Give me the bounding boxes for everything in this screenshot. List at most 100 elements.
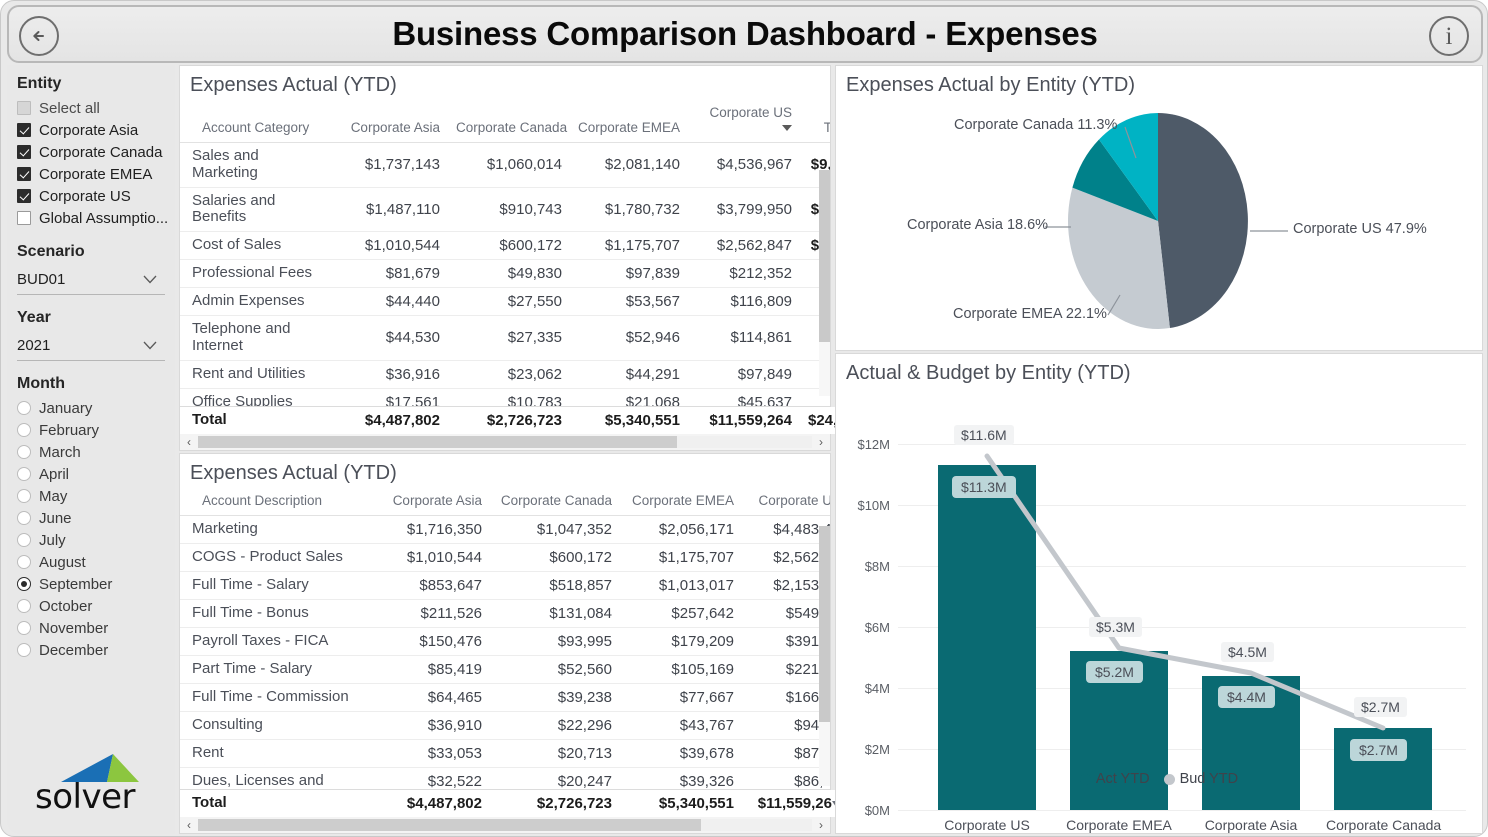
table-row[interactable]: Cost of Sales $1,010,544 $600,172 $1,175…: [180, 232, 830, 260]
col-corporate-emea[interactable]: Corporate EMEA: [570, 103, 688, 143]
table-row[interactable]: Full Time - Bonus $211,526 $131,084 $257…: [180, 600, 830, 628]
table-row[interactable]: Rent and Utilities $36,916 $23,062 $44,2…: [180, 360, 830, 388]
entity-item-select-all[interactable]: Select all: [17, 97, 175, 119]
pie-chart: Corporate US 47.9% Corporate EMEA 22.1% …: [836, 103, 1482, 333]
horizontal-scrollbar-track[interactable]: [198, 819, 812, 831]
legend-item-act-ytd[interactable]: Act YTD: [1080, 771, 1150, 787]
col-corporate-canada[interactable]: Corporate Canada: [490, 491, 620, 516]
col-corporate-canada[interactable]: Corporate Canada: [448, 103, 570, 143]
cell-canada: $27,335: [448, 316, 570, 361]
month-item-january[interactable]: January: [17, 397, 175, 419]
cell-asia: $44,530: [330, 316, 448, 361]
col-corporate-us[interactable]: Corporate U: [742, 491, 830, 516]
entity-item-corporate-emea[interactable]: Corporate EMEA: [17, 163, 175, 185]
table-row[interactable]: COGS - Product Sales $1,010,544 $600,172…: [180, 544, 830, 572]
table-header-row: Account Description Corporate Asia Corpo…: [180, 491, 830, 516]
radio-icon[interactable]: [17, 467, 31, 481]
month-item-february[interactable]: February: [17, 419, 175, 441]
scenario-dropdown[interactable]: BUD01: [17, 265, 165, 295]
radio-icon[interactable]: [17, 533, 31, 547]
radio-icon[interactable]: [17, 511, 31, 525]
col-total[interactable]: T: [800, 103, 830, 143]
year-dropdown[interactable]: 2021: [17, 331, 165, 361]
table-row[interactable]: Full Time - Commission $64,465 $39,238 $…: [180, 684, 830, 712]
table-row[interactable]: Professional Fees $81,679 $49,830 $97,83…: [180, 260, 830, 288]
checkbox-icon[interactable]: [17, 167, 31, 181]
vertical-scrollbar[interactable]: [819, 526, 830, 786]
entity-label: Corporate Canada: [39, 144, 162, 161]
table-row[interactable]: Part Time - Salary $85,419 $52,560 $105,…: [180, 656, 830, 684]
col-account-description[interactable]: Account Description: [180, 491, 368, 516]
cell-us: $3,799,950: [688, 187, 800, 232]
horizontal-scrollbar-thumb[interactable]: [198, 436, 677, 448]
entity-item-corporate-asia[interactable]: Corporate Asia: [17, 119, 175, 141]
back-arrow-icon[interactable]: [19, 16, 59, 56]
month-item-april[interactable]: April: [17, 463, 175, 485]
checkbox-icon[interactable]: [17, 189, 31, 203]
month-item-october[interactable]: October: [17, 595, 175, 617]
col-corporate-asia[interactable]: Corporate Asia: [368, 491, 490, 516]
scroll-left-icon[interactable]: ‹: [180, 818, 198, 832]
app-header: Business Comparison Dashboard - Expenses…: [7, 5, 1483, 63]
month-item-may[interactable]: May: [17, 485, 175, 507]
month-item-august[interactable]: August: [17, 551, 175, 573]
col-corporate-us[interactable]: Corporate US: [688, 103, 800, 143]
horizontal-scrollbar[interactable]: ‹ ›: [180, 434, 830, 450]
table-row[interactable]: Consulting $36,910 $22,296 $43,767 $94,5…: [180, 712, 830, 740]
vertical-scrollbar-thumb[interactable]: [819, 526, 830, 722]
table-row[interactable]: Marketing $1,716,350 $1,047,352 $2,056,1…: [180, 516, 830, 544]
checkbox-icon[interactable]: [17, 123, 31, 137]
checkbox-icon[interactable]: [17, 211, 31, 225]
entity-item-corporate-us[interactable]: Corporate US: [17, 185, 175, 207]
ytick-6m: $6M: [838, 620, 890, 635]
checkbox-icon[interactable]: [17, 101, 31, 115]
month-item-july[interactable]: July: [17, 529, 175, 551]
scenario-slicer-title: Scenario: [17, 243, 175, 261]
table-row[interactable]: Payroll Taxes - FICA $150,476 $93,995 $1…: [180, 628, 830, 656]
horizontal-scrollbar-thumb[interactable]: [198, 819, 701, 831]
table-row[interactable]: Full Time - Salary $853,647 $518,857 $1,…: [180, 572, 830, 600]
total-canada: $2,726,723: [448, 407, 570, 434]
table-row[interactable]: Salaries and Benefits $1,487,110 $910,74…: [180, 187, 830, 232]
cell-asia: $64,465: [368, 684, 490, 712]
vertical-scrollbar[interactable]: [819, 170, 830, 396]
radio-icon[interactable]: [17, 401, 31, 415]
checkbox-icon[interactable]: [17, 145, 31, 159]
scroll-right-icon[interactable]: ›: [812, 435, 830, 449]
radio-icon[interactable]: [17, 577, 31, 591]
table-row[interactable]: Admin Expenses $44,440 $27,550 $53,567 $…: [180, 288, 830, 316]
table-row[interactable]: Rent $33,053 $20,713 $39,678 $87,87: [180, 740, 830, 768]
bar-act-corporate-us[interactable]: [938, 465, 1036, 810]
table-row[interactable]: Telephone and Internet $44,530 $27,335 $…: [180, 316, 830, 361]
scenario-value: BUD01: [17, 271, 65, 288]
cell-canada: $49,830: [448, 260, 570, 288]
month-item-march[interactable]: March: [17, 441, 175, 463]
horizontal-scrollbar[interactable]: ‹ ›: [180, 817, 830, 833]
entity-item-global-assumptions[interactable]: Global Assumptio...: [17, 207, 175, 229]
cell-emea: $105,169: [620, 656, 742, 684]
horizontal-scrollbar-track[interactable]: [198, 436, 812, 448]
radio-icon[interactable]: [17, 555, 31, 569]
month-item-november[interactable]: November: [17, 617, 175, 639]
month-item-december[interactable]: December: [17, 639, 175, 661]
col-corporate-asia[interactable]: Corporate Asia: [330, 103, 448, 143]
month-item-june[interactable]: June: [17, 507, 175, 529]
vertical-scrollbar-thumb[interactable]: [819, 170, 830, 342]
info-icon[interactable]: i: [1429, 16, 1469, 56]
cell-account: Professional Fees: [180, 260, 330, 288]
radio-icon[interactable]: [17, 423, 31, 437]
radio-icon[interactable]: [17, 599, 31, 613]
scroll-left-icon[interactable]: ‹: [180, 435, 198, 449]
col-account-category[interactable]: Account Category: [180, 103, 330, 143]
entity-item-corporate-canada[interactable]: Corporate Canada: [17, 141, 175, 163]
col-corporate-emea[interactable]: Corporate EMEA: [620, 491, 742, 516]
month-item-september[interactable]: September: [17, 573, 175, 595]
scroll-right-icon[interactable]: ›: [812, 818, 830, 832]
radio-icon[interactable]: [17, 489, 31, 503]
pie-slice-corporate-us[interactable]: [1158, 113, 1248, 328]
radio-icon[interactable]: [17, 643, 31, 657]
radio-icon[interactable]: [17, 445, 31, 459]
radio-icon[interactable]: [17, 621, 31, 635]
table-row[interactable]: Sales and Marketing $1,737,143 $1,060,01…: [180, 143, 830, 188]
legend-item-bud-ytd[interactable]: Bud YTD: [1164, 771, 1239, 787]
